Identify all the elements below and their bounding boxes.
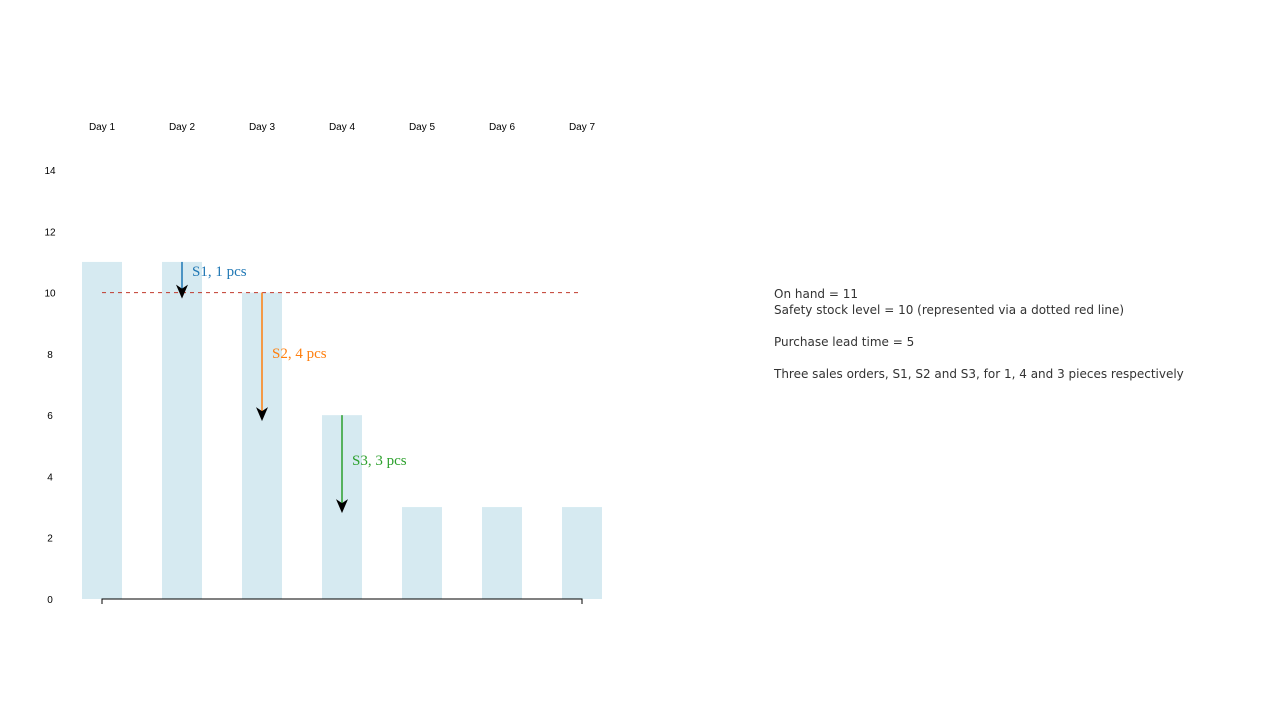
y-tick-label: 8: [47, 350, 53, 361]
safety-stock-note: Safety stock level = 10 (represented via…: [774, 303, 1125, 317]
y-tick-label: 0: [47, 595, 53, 606]
x-tick-label: Day 3: [249, 122, 276, 133]
y-tick-label: 6: [47, 411, 53, 422]
y-tick-label: 2: [47, 534, 53, 545]
x-tick-label: Day 2: [169, 122, 196, 133]
x-tick-label: Day 6: [489, 122, 516, 133]
sales-label-3: S3, 3 pcs: [352, 453, 407, 469]
x-axis-line: [101, 598, 583, 604]
x-tick-label: Day 7: [569, 122, 596, 133]
y-tick-label: 12: [44, 227, 56, 238]
y-tick-label: 4: [47, 472, 53, 483]
bar-7: [562, 507, 602, 599]
x-tick-label: Day 5: [409, 122, 436, 133]
on-hand-note: On hand = 11: [774, 287, 858, 301]
y-tick-label: 14: [44, 166, 56, 177]
x-tick-label: Day 4: [329, 122, 356, 133]
lead-time-note: Purchase lead time = 5: [774, 335, 915, 349]
sales-orders-note: Three sales orders, S1, S2 and S3, for 1…: [774, 367, 1184, 381]
sales-label-2: S2, 4 pcs: [272, 346, 327, 362]
sales-label-1: S1, 1 pcs: [192, 264, 247, 280]
bar-5: [402, 507, 442, 599]
bar-2: [162, 261, 202, 599]
y-tick-label: 10: [44, 289, 56, 300]
bar-1: [82, 261, 122, 599]
inventory-chart: Day 1 Day 2 Day 3 Day 4 Day 5 Day 6 Day 7 0 2 4 6…: [44, 122, 602, 606]
x-tick-label: Day 1: [89, 122, 116, 133]
notes-panel: On hand = 11 Safety stock level = 10 (re…: [774, 286, 1254, 382]
bar-6: [482, 507, 522, 599]
